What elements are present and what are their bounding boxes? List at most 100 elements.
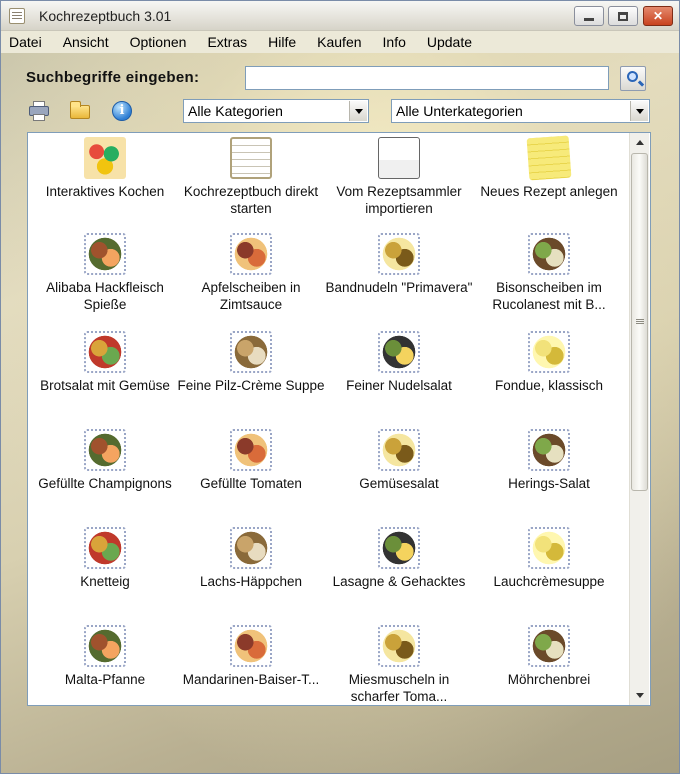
recipe-item[interactable]: Alibaba Hackfleisch Spieße (30, 231, 180, 329)
recipe-thumbnail (528, 527, 570, 569)
app-window: Kochrezeptbuch 3.01 ✕ Datei Ansicht Opti… (0, 0, 680, 774)
recipe-item[interactable]: Gefüllte Champignons (30, 427, 180, 525)
recipe-thumbnail (84, 331, 126, 373)
recipe-label: Apfelscheiben in Zimtsauce (201, 280, 301, 312)
recipe-label: Alibaba Hackfleisch Spieße (46, 280, 164, 312)
recipe-item[interactable]: Knetteig (30, 525, 180, 623)
recipe-thumbnail (230, 429, 272, 471)
recipe-thumbnail (528, 429, 570, 471)
close-button[interactable]: ✕ (643, 6, 673, 26)
chevron-down-icon[interactable] (349, 101, 367, 121)
minimize-icon (584, 18, 594, 21)
recipe-label: Gefüllte Tomaten (200, 476, 302, 491)
chevron-down-icon[interactable] (630, 101, 648, 121)
app-icon[interactable] (9, 8, 25, 24)
recipe-item[interactable]: Kochrezeptbuch direkt starten (176, 133, 326, 231)
grip-icon (636, 319, 644, 320)
recipe-item[interactable]: Bandnudeln "Primavera" (324, 231, 474, 329)
print-button[interactable] (26, 98, 52, 123)
recipe-thumbnail (528, 331, 570, 373)
recipe-thumbnail (230, 527, 272, 569)
recipe-thumbnail (378, 331, 420, 373)
menu-kaufen[interactable]: Kaufen (315, 34, 363, 50)
category-select[interactable]: Alle Kategorien (183, 99, 369, 123)
recipe-label: Möhrchenbrei (507, 672, 591, 687)
recipe-thumbnail (528, 625, 570, 667)
import-icon (378, 137, 420, 179)
recipe-thumbnail (230, 331, 272, 373)
window-title: Kochrezeptbuch 3.01 (39, 8, 172, 24)
info-button[interactable]: i (109, 98, 135, 123)
recipe-item[interactable]: Lachs-Häppchen (176, 525, 326, 623)
recipe-item[interactable]: Lasagne & Gehacktes (324, 525, 474, 623)
scroll-down-arrow-icon[interactable] (631, 686, 649, 704)
search-button[interactable] (620, 66, 646, 91)
recipe-label: Mandarinen-Baiser-T... (182, 672, 320, 687)
minimize-button[interactable] (574, 6, 604, 26)
recipe-label: Knetteig (80, 574, 130, 589)
scrollbar-thumb[interactable] (631, 153, 648, 491)
recipe-item[interactable]: Feine Pilz-Crème Suppe (176, 329, 326, 427)
title-bar[interactable]: Kochrezeptbuch 3.01 ✕ (1, 1, 679, 31)
menu-hilfe[interactable]: Hilfe (266, 34, 298, 50)
menu-optionen[interactable]: Optionen (128, 34, 189, 50)
scroll-up-arrow-icon[interactable] (631, 134, 649, 152)
maximize-icon (618, 11, 628, 21)
recipe-thumbnail (528, 233, 570, 275)
menu-extras[interactable]: Extras (205, 34, 249, 50)
recipe-label: Feine Pilz-Crème Suppe (177, 378, 325, 393)
recipe-thumbnail (84, 527, 126, 569)
recipe-thumbnail (84, 233, 126, 275)
recipe-item[interactable]: Apfelscheiben in Zimtsauce (176, 231, 326, 329)
recipe-label: Lasagne & Gehacktes (332, 574, 466, 589)
recipe-item[interactable]: Möhrchenbrei (474, 623, 624, 705)
recipe-item[interactable]: Gefüllte Tomaten (176, 427, 326, 525)
recipe-item[interactable]: Lauchcrèmesuppe (474, 525, 624, 623)
maximize-button[interactable] (608, 6, 638, 26)
category-value: Alle Kategorien (188, 103, 283, 119)
recipe-item[interactable]: Miesmuscheln in scharfer Toma... (324, 623, 474, 705)
subcategory-value: Alle Unterkategorien (396, 103, 523, 119)
menu-bar: Datei Ansicht Optionen Extras Hilfe Kauf… (1, 31, 679, 53)
recipe-item[interactable]: Interaktives Kochen (30, 133, 180, 231)
recipe-item[interactable]: Feiner Nudelsalat (324, 329, 474, 427)
recipe-label: Vom Rezeptsammler importieren (336, 184, 462, 216)
recipe-item[interactable]: Vom Rezeptsammler importieren (324, 133, 474, 231)
recipe-thumbnail (230, 233, 272, 275)
recipe-label: Lauchcrèmesuppe (493, 574, 605, 589)
recipe-thumbnail (84, 625, 126, 667)
recipe-label: Lachs-Häppchen (199, 574, 303, 589)
recipe-label: Herings-Salat (508, 476, 590, 491)
recipe-thumbnail (378, 527, 420, 569)
recipe-item[interactable]: Fondue, klassisch (474, 329, 624, 427)
subcategory-select[interactable]: Alle Unterkategorien (391, 99, 650, 123)
menu-ansicht[interactable]: Ansicht (61, 34, 111, 50)
menu-datei[interactable]: Datei (7, 34, 44, 50)
recipe-label: Malta-Pfanne (64, 672, 146, 687)
recipe-item[interactable]: Herings-Salat (474, 427, 624, 525)
recipe-label: Miesmuscheln in scharfer Toma... (348, 672, 450, 704)
recipe-item[interactable]: Neues Rezept anlegen (474, 133, 624, 231)
recipe-label: Bisonscheiben im Rucolanest mit B... (492, 280, 606, 312)
recipe-thumbnail (84, 429, 126, 471)
recipe-label: Kochrezeptbuch direkt starten (183, 184, 319, 216)
recipe-label: Gemüsesalat (359, 476, 439, 491)
recipe-list[interactable]: Interaktives Kochen Kochrezeptbuch direkt… (27, 132, 651, 706)
recipe-label: Interaktives Kochen (45, 184, 165, 199)
printer-icon-output (33, 114, 45, 121)
search-input[interactable] (245, 66, 609, 90)
recipe-item[interactable]: Gemüsesalat (324, 427, 474, 525)
vertical-scrollbar[interactable] (629, 133, 649, 705)
new-recipe-note-icon (526, 135, 572, 181)
recipe-label: Gefüllte Champignons (38, 476, 172, 491)
open-button[interactable] (67, 98, 93, 123)
calendar-book-icon (230, 137, 272, 179)
info-icon: i (112, 101, 132, 121)
recipe-item[interactable]: Bisonscheiben im Rucolanest mit B... (474, 231, 624, 329)
search-label: Suchbegriffe eingeben: (26, 69, 200, 86)
menu-update[interactable]: Update (425, 34, 474, 50)
recipe-item[interactable]: Mandarinen-Baiser-T... (176, 623, 326, 705)
recipe-item[interactable]: Brotsalat mit Gemüse (30, 329, 180, 427)
recipe-item[interactable]: Malta-Pfanne (30, 623, 180, 705)
menu-info[interactable]: Info (381, 34, 408, 50)
